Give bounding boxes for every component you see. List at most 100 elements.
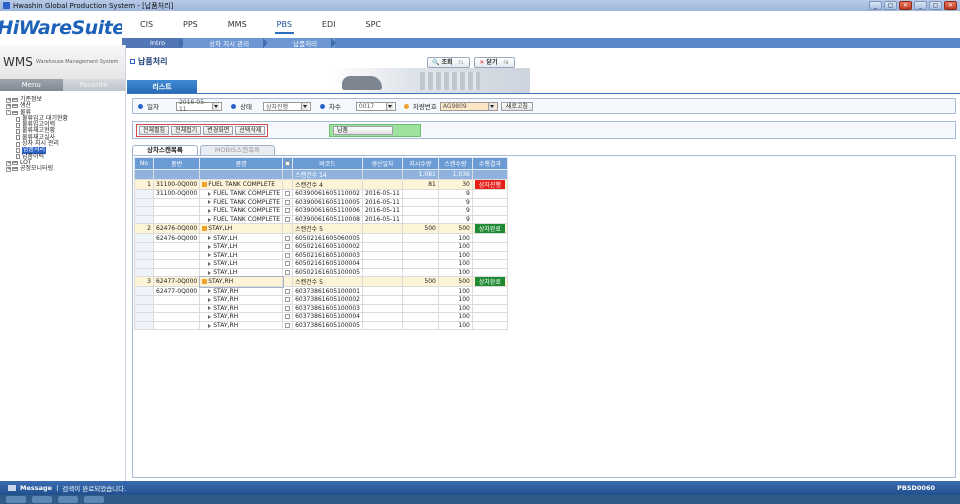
seq-select[interactable]: 0017	[355, 101, 396, 111]
expand-all-button[interactable]: 전체펼침	[139, 126, 170, 135]
refresh-button[interactable]: 새로고침	[500, 101, 533, 111]
row-checkbox[interactable]	[285, 270, 291, 276]
expand-icon[interactable]: +	[6, 160, 11, 166]
part-name-cell[interactable]: STAY,LH	[199, 223, 284, 235]
checkbox-cell[interactable]	[282, 276, 294, 288]
table-row[interactable]: 62477-0Q000 STAY,RH 60373861605100001 100	[134, 286, 508, 296]
row-checkbox[interactable]	[285, 191, 291, 197]
vehicle-select[interactable]: AG9809	[439, 101, 498, 111]
breadcrumb-intro[interactable]: Intro	[122, 38, 185, 48]
col-no[interactable]: No	[134, 157, 154, 170]
row-checkbox[interactable]	[285, 314, 291, 320]
taskbar-item[interactable]	[6, 496, 26, 503]
table-group-row[interactable]: 2 62476-0Q000 STAY,LH 스캔건수 5 500 500 상차완료	[134, 223, 508, 235]
tab-favorite[interactable]: Favorite	[62, 79, 125, 91]
checkbox-cell[interactable]	[282, 303, 294, 314]
table-row[interactable]: STAY,LH 60502161605100004 100	[134, 259, 508, 269]
checkbox-cell[interactable]	[282, 223, 294, 235]
restore-button[interactable]: ▢	[929, 1, 942, 10]
taskbar-item[interactable]	[58, 496, 78, 503]
collapse-all-button[interactable]: 전체접기	[171, 126, 202, 135]
table-row[interactable]: 62476-0Q000 STAY,LH 60502161605060005 100	[134, 233, 508, 243]
table-row[interactable]: FUEL TANK COMPLETE 60390061605110008 2016-…	[134, 214, 508, 225]
row-checkbox[interactable]	[285, 261, 291, 267]
close-button[interactable]: ✕	[944, 1, 957, 10]
taskbar-item[interactable]	[84, 496, 104, 503]
row-checkbox[interactable]	[285, 305, 291, 311]
checkbox-cell[interactable]	[282, 259, 294, 269]
tab-menu[interactable]: Menu	[0, 79, 63, 91]
table-row[interactable]: STAY,RH 60373861605100002 100	[134, 294, 508, 305]
checkbox-cell[interactable]	[282, 312, 294, 322]
checkbox-cell[interactable]	[282, 189, 294, 199]
table-row[interactable]: FUEL TANK COMPLETE 60390061605110005 2016-…	[134, 197, 508, 208]
minimize-button[interactable]: _	[914, 1, 927, 10]
expand-icon[interactable]: +	[6, 166, 11, 172]
table-row[interactable]: STAY,LH 60502161605100003 100	[134, 250, 508, 261]
tab-list[interactable]: 리스트	[127, 80, 197, 94]
breadcrumb-delivery[interactable]: 납품처리	[267, 38, 336, 48]
table-row[interactable]: STAY,RH 60373861605100005 100	[134, 320, 508, 331]
col-barcode[interactable]: 바코드	[292, 157, 363, 170]
expand-icon[interactable]: +	[6, 97, 11, 103]
select-all-checkbox[interactable]	[285, 161, 291, 166]
table-row[interactable]: FUEL TANK COMPLETE 60390061605110006 2016-…	[134, 206, 508, 216]
inner-minimize-button[interactable]: _	[869, 1, 882, 10]
col-prod-date[interactable]: 생산일자	[361, 157, 403, 170]
row-checkbox[interactable]	[285, 252, 291, 258]
status-select[interactable]: 상차진행	[262, 101, 311, 111]
row-checkbox[interactable]	[285, 244, 291, 250]
row-checkbox[interactable]	[285, 199, 291, 205]
checkbox-cell[interactable]	[282, 197, 294, 208]
delete-selected-button[interactable]: 선택삭제	[235, 126, 266, 135]
row-checkbox[interactable]	[285, 288, 291, 294]
deliver-button[interactable]: 납품	[333, 126, 393, 135]
menu-mms[interactable]: MMS	[228, 20, 247, 29]
table-group-row[interactable]: 3 62477-0Q000 STAY,RH 스캔건수 5 500 500 상차완료	[134, 275, 508, 288]
row-checkbox[interactable]	[285, 323, 291, 329]
checkbox-cell[interactable]	[282, 179, 294, 190]
inner-restore-button[interactable]: ▢	[884, 1, 897, 10]
col-checkbox[interactable]	[282, 157, 294, 170]
tab-mobis-scan-list[interactable]: MOBIS스캔목록	[199, 145, 276, 155]
part-name-cell[interactable]: FUEL TANK COMPLETE	[199, 179, 284, 190]
col-part-no[interactable]: 품번	[152, 157, 201, 170]
menu-edi[interactable]: EDI	[322, 20, 336, 29]
checkbox-cell[interactable]	[282, 286, 294, 296]
col-scan-qty[interactable]: 스캔수량	[437, 157, 473, 170]
table-row[interactable]: STAY,RH 60373861605100003 100	[134, 303, 508, 314]
row-checkbox[interactable]	[285, 208, 291, 214]
table-row[interactable]: STAY,RH 60373861605100004 100	[134, 312, 508, 322]
checkbox-cell[interactable]	[282, 233, 294, 243]
part-name-cell[interactable]: STAY,RH	[198, 275, 284, 288]
menu-spc[interactable]: SPC	[365, 20, 381, 29]
search-button[interactable]: 🔍 조회 F1	[427, 57, 471, 68]
tab-loading-scan-list[interactable]: 상차스캔목록	[132, 145, 198, 155]
checkbox-cell[interactable]	[282, 267, 294, 278]
col-order-qty[interactable]: 지시수량	[401, 157, 439, 170]
table-row[interactable]: 31100-0Q000 FUEL TANK COMPLETE 60390061605…	[134, 189, 508, 199]
menu-pbs[interactable]: PBS	[274, 20, 295, 34]
collapse-icon[interactable]: -	[6, 110, 11, 116]
checkbox-cell[interactable]	[282, 206, 294, 216]
checkbox-cell[interactable]	[282, 320, 294, 331]
breadcrumb-loading-order[interactable]: 상차 지시 관리	[183, 38, 269, 48]
inner-close-button[interactable]: ✕	[899, 1, 912, 10]
col-result[interactable]: 수행결과	[471, 157, 508, 170]
table-row[interactable]: STAY,LH 60502161605100005 100	[134, 267, 508, 278]
close-page-button[interactable]: ✕ 닫기 F8	[474, 57, 516, 68]
checkbox-cell[interactable]	[282, 250, 294, 261]
col-part-name[interactable]: 품명	[199, 157, 284, 170]
row-checkbox[interactable]	[285, 235, 291, 241]
checkbox-cell[interactable]	[282, 294, 294, 305]
row-checkbox[interactable]	[285, 297, 291, 303]
checkbox-cell[interactable]	[282, 214, 294, 225]
row-checkbox[interactable]	[285, 217, 291, 223]
change-view-button[interactable]: 변경화면	[203, 126, 234, 135]
taskbar-item[interactable]	[32, 496, 52, 503]
checkbox-cell[interactable]	[282, 241, 294, 252]
date-picker[interactable]: 2016-05-11	[175, 99, 222, 113]
menu-pps[interactable]: PPS	[183, 20, 198, 29]
menu-cis[interactable]: CIS	[140, 20, 153, 29]
sidebar-item[interactable]: + 공정모니터링	[6, 165, 125, 172]
